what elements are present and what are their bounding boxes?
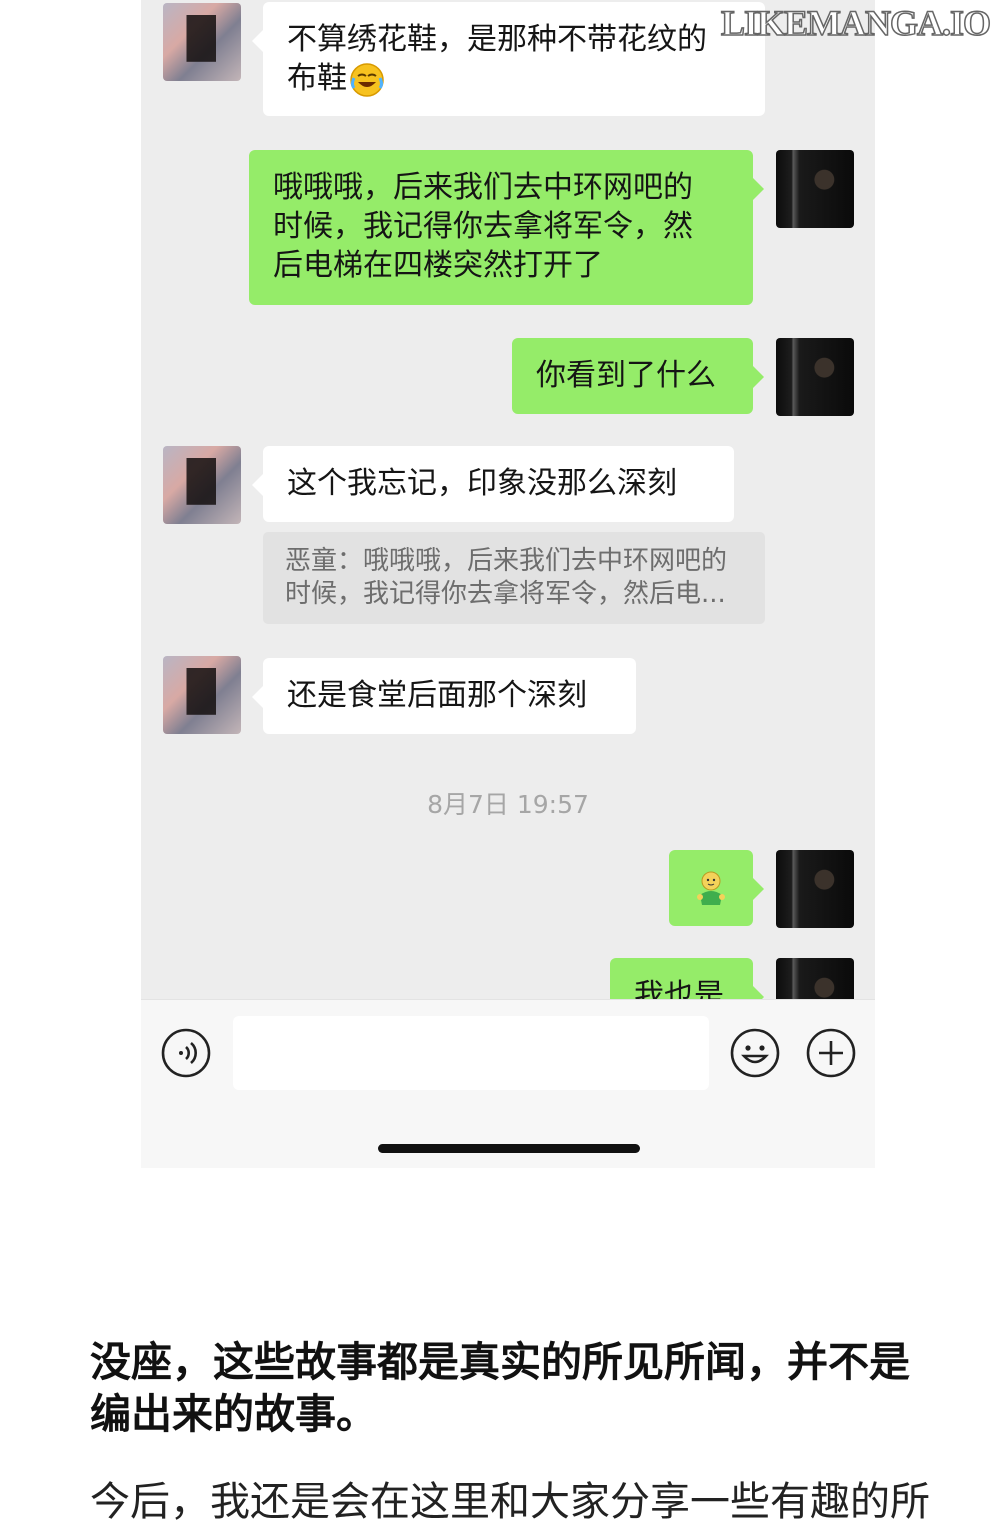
chat-screen: 不算绣花鞋，是那种不带花纹的 布鞋 哦哦哦，后来我们去中环网吧的 时候，我记得你…	[141, 0, 875, 1168]
voice-icon[interactable]	[161, 1028, 211, 1078]
message-bubble-outgoing[interactable]	[669, 850, 764, 926]
quoted-message[interactable]: 恶童：哦哦哦，后来我们去中环网吧的 时候，我记得你去拿将军令，然后电...	[263, 532, 765, 624]
face-with-tears-of-joy-emoji	[349, 62, 385, 98]
quoted-message-text: 恶童：哦哦哦，后来我们去中环网吧的 时候，我记得你去拿将军令，然后电...	[285, 546, 728, 609]
contact-avatar[interactable]	[163, 3, 241, 81]
message-timestamp: 8月7日 19:57	[427, 790, 589, 819]
message-text: 这个我忘记，印象没那么深刻	[287, 466, 677, 501]
message-bubble-incoming[interactable]: 还是食堂后面那个深刻	[252, 658, 636, 734]
article-caption: 没座，这些故事都是真实的所见所闻，并不是编出来的故事。	[90, 1338, 910, 1438]
plus-icon[interactable]	[806, 1028, 856, 1078]
message-bubble-outgoing[interactable]: 你看到了什么	[512, 338, 764, 414]
my-avatar[interactable]	[776, 850, 854, 928]
message-text: 还是食堂后面那个深刻	[287, 678, 587, 713]
my-avatar[interactable]	[776, 338, 854, 416]
site-watermark: LIKEMANGA.IO	[720, 2, 992, 44]
green-figure-sticker	[694, 869, 728, 909]
contact-avatar[interactable]	[163, 446, 241, 524]
smiley-icon[interactable]	[730, 1028, 780, 1078]
message-text: 哦哦哦，后来我们去中环网吧的 时候，我记得你去拿将军令，然 后电梯在四楼突然打开…	[273, 170, 693, 283]
contact-avatar[interactable]	[163, 656, 241, 734]
chat-input-bar	[141, 999, 875, 1168]
message-bubble-incoming[interactable]: 这个我忘记，印象没那么深刻	[252, 446, 734, 522]
home-indicator[interactable]	[378, 1144, 640, 1153]
message-bubble-outgoing[interactable]: 哦哦哦，后来我们去中环网吧的 时候，我记得你去拿将军令，然 后电梯在四楼突然打开…	[249, 150, 764, 305]
message-text: 你看到了什么	[536, 358, 716, 393]
message-input[interactable]	[233, 1016, 709, 1090]
message-bubble-incoming[interactable]: 不算绣花鞋，是那种不带花纹的 布鞋	[252, 2, 765, 116]
article-paragraph: 今后，我还是会在这里和大家分享一些有趣的所	[90, 1479, 930, 1525]
my-avatar[interactable]	[776, 150, 854, 228]
